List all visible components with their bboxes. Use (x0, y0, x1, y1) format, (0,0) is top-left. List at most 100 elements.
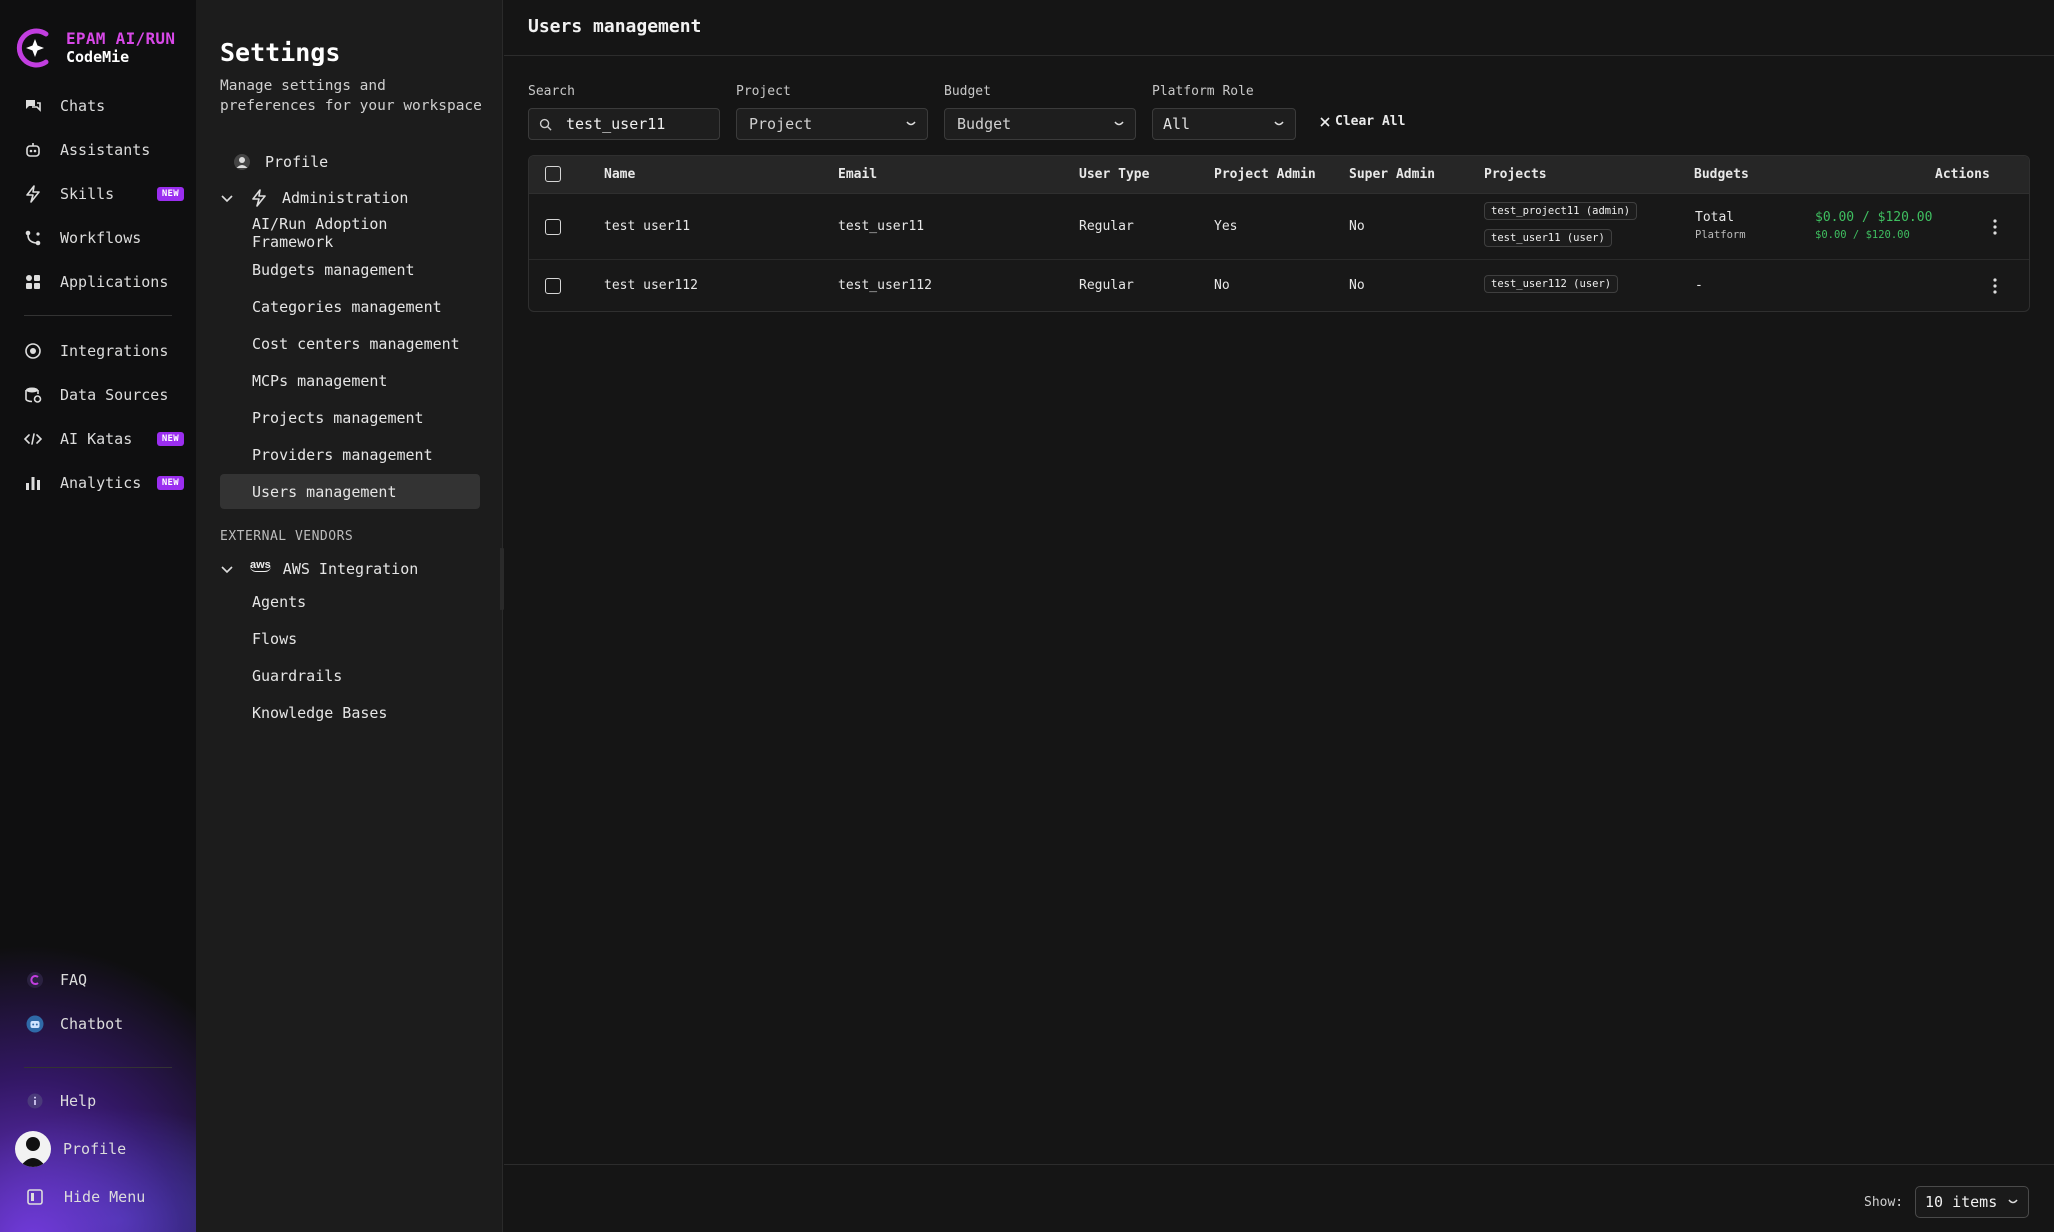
nav-item-help[interactable]: Help (26, 1088, 186, 1114)
search-icon (539, 118, 552, 131)
settings-item-cost-centers[interactable]: Cost centers management (220, 326, 476, 361)
settings-item-label: AI/Run Adoption Framework (252, 214, 388, 251)
clear-all-label: Clear All (1335, 114, 1406, 129)
users-table: Name Email User Type Project Admin Super… (528, 155, 2030, 312)
nav-label: Data Sources (60, 386, 169, 404)
column-header-user-type[interactable]: User Type (1079, 167, 1149, 182)
select-all-checkbox[interactable] (545, 166, 561, 182)
column-header-name[interactable]: Name (604, 167, 635, 182)
table-row[interactable]: test user112 test_user112 Regular No No … (529, 261, 2029, 311)
nav-label: Help (60, 1092, 97, 1110)
clear-all-button[interactable]: Clear All (1320, 114, 1405, 129)
settings-subtitle: Manage settings and preferences for your… (220, 78, 482, 114)
user-icon (234, 153, 250, 170)
budget-filter-select[interactable]: Budget (944, 108, 1136, 140)
settings-item-label: Knowledge Bases (252, 703, 388, 722)
table-row[interactable]: test user11 test_user11 Regular Yes No t… (529, 194, 2029, 260)
page-size-select[interactable]: 10 items (1915, 1186, 2029, 1218)
nav-item-data-sources[interactable]: Data Sources (24, 382, 184, 408)
nav-item-assistants[interactable]: Assistants (24, 137, 184, 163)
settings-group-aws[interactable]: aws AWS Integration (220, 551, 476, 586)
settings-item-label: Agents (252, 592, 307, 611)
nav-label: Profile (63, 1140, 127, 1158)
project-filter-label: Project (736, 84, 791, 99)
settings-item-providers[interactable]: Providers management (220, 437, 476, 472)
settings-item-agents[interactable]: Agents (220, 584, 476, 619)
workflows-icon (25, 230, 41, 246)
settings-item-flows[interactable]: Flows (220, 621, 476, 656)
brand-line1: EPAM AI/RUN (66, 29, 176, 48)
row-checkbox[interactable] (545, 278, 561, 294)
nav-item-workflows[interactable]: Workflows (24, 225, 184, 251)
nav-divider (24, 315, 172, 316)
settings-item-label: Flows (252, 629, 298, 648)
row-checkbox[interactable] (545, 219, 561, 235)
table-header: Name Email User Type Project Admin Super… (529, 156, 2029, 194)
help-icon (27, 1093, 43, 1109)
nav-item-analytics[interactable]: Analytics NEW (24, 470, 184, 496)
column-header-email[interactable]: Email (838, 167, 877, 182)
nav-item-chats[interactable]: Chats (24, 93, 184, 119)
brand-logo[interactable]: EPAM AI/RUN CodeMie (16, 26, 175, 70)
chevron-down-icon (1274, 121, 1284, 126)
settings-item-budgets[interactable]: Budgets management (220, 252, 476, 287)
nav-item-applications[interactable]: Applications (24, 269, 184, 295)
data-sources-icon (25, 387, 42, 403)
chevron-down-icon (221, 194, 233, 202)
hide-menu-icon (27, 1189, 43, 1205)
assistants-icon (26, 143, 40, 157)
search-field[interactable] (528, 108, 720, 140)
code-icon (24, 433, 42, 445)
new-badge: NEW (156, 432, 184, 446)
column-header-super-admin[interactable]: Super Admin (1349, 167, 1435, 182)
hide-menu-button[interactable]: Hide Menu (26, 1184, 186, 1210)
nav-item-skills[interactable]: Skills NEW (24, 181, 184, 207)
settings-item-knowledge-bases[interactable]: Knowledge Bases (220, 695, 476, 730)
project-filter-select[interactable]: Project (736, 108, 928, 140)
column-header-budgets[interactable]: Budgets (1694, 167, 1749, 182)
codemie-logo-icon (16, 28, 49, 68)
more-actions-icon[interactable] (1993, 278, 1997, 294)
search-input[interactable] (566, 115, 696, 133)
column-header-actions: Actions (1935, 167, 1990, 182)
chevron-down-icon (906, 121, 916, 126)
chevron-down-icon (221, 565, 233, 573)
nav-label: Hide Menu (64, 1188, 146, 1206)
settings-item-users[interactable]: Users management (220, 474, 480, 509)
user-email: test_user11 (838, 219, 925, 234)
settings-item-categories[interactable]: Categories management (220, 289, 476, 324)
chevron-down-icon (1114, 121, 1124, 126)
nav-item-profile[interactable]: Profile (15, 1129, 175, 1169)
column-header-projects[interactable]: Projects (1484, 167, 1547, 182)
settings-group-administration[interactable]: Administration (220, 180, 476, 215)
nav-label: Chatbot (60, 1015, 124, 1033)
settings-item-label: Budgets management (252, 260, 415, 279)
platform-role-value: All (1163, 115, 1191, 133)
budget-empty: - (1695, 278, 1703, 293)
nav-label: Chats (60, 97, 106, 115)
settings-item-profile[interactable]: Profile (220, 144, 476, 179)
settings-item-mcps[interactable]: MCPs management (220, 363, 476, 398)
nav-label: Assistants (60, 141, 151, 159)
nav-item-integrations[interactable]: Integrations (24, 338, 184, 364)
settings-panel: Settings Manage settings and preferences… (196, 0, 503, 1232)
nav-item-faq[interactable]: FAQ (26, 967, 186, 993)
column-header-project-admin[interactable]: Project Admin (1214, 167, 1316, 182)
close-icon (1320, 116, 1330, 127)
nav-item-chatbot[interactable]: Chatbot (26, 1011, 186, 1037)
project-filter-value: Project (749, 115, 813, 133)
settings-title: Settings (220, 38, 341, 67)
more-actions-icon[interactable] (1993, 219, 1997, 235)
user-name: test user112 (604, 278, 698, 293)
nav-item-ai-katas[interactable]: AI Katas NEW (24, 426, 184, 452)
brand-line2: CodeMie (66, 48, 130, 66)
settings-item-guardrails[interactable]: Guardrails (220, 658, 476, 693)
platform-role-select[interactable]: All (1152, 108, 1296, 140)
user-email: test_user112 (838, 278, 932, 293)
lightning-icon (26, 185, 40, 203)
settings-item-adoption-framework[interactable]: AI/Run Adoption Framework (220, 214, 476, 251)
settings-item-projects[interactable]: Projects management (220, 400, 476, 435)
avatar (15, 1131, 51, 1167)
external-vendors-label: EXTERNAL VENDORS (220, 529, 354, 544)
nav-label: Analytics (60, 474, 142, 492)
